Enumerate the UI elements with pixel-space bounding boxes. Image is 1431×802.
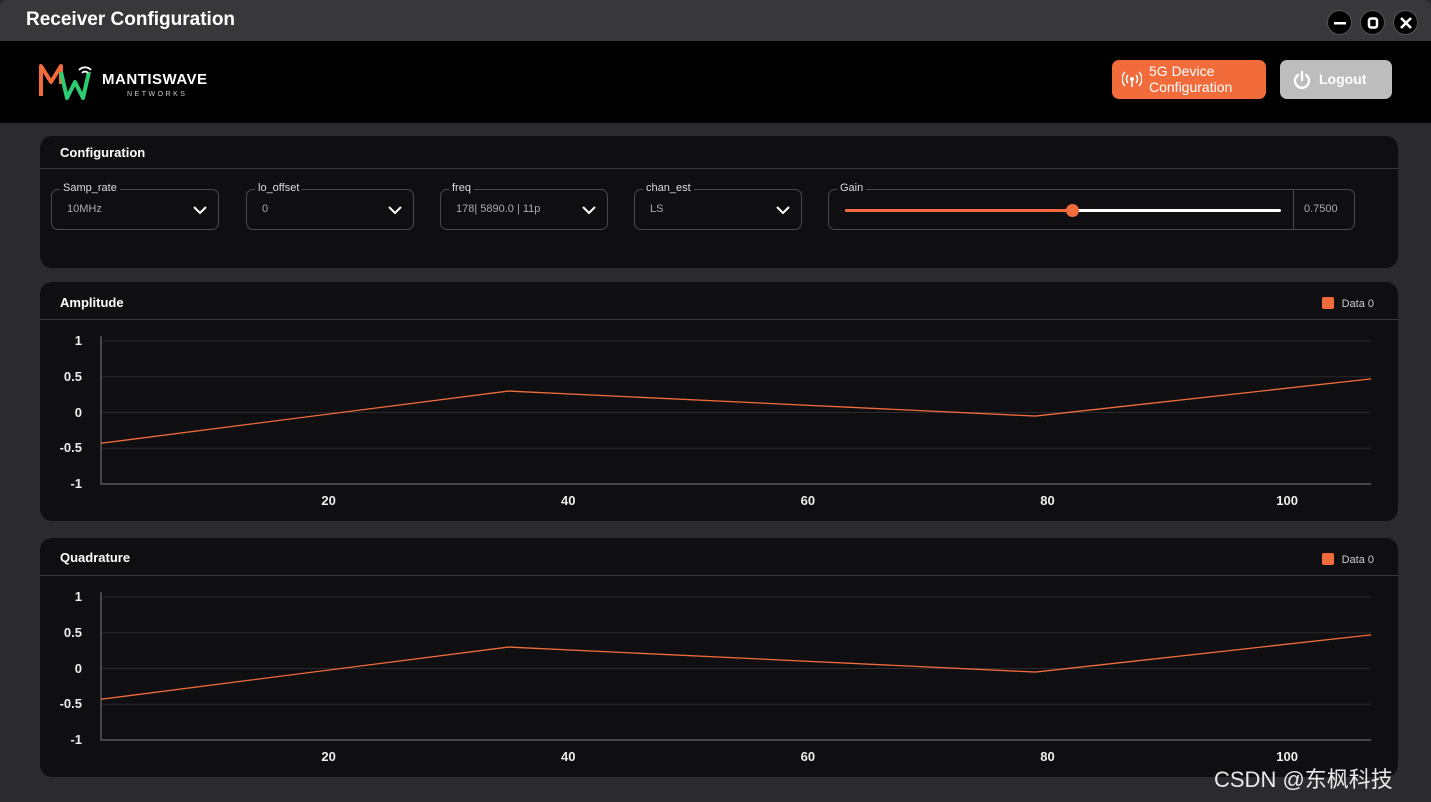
chevron-down-icon (388, 206, 402, 215)
y-tick-label: 0.5 (63, 624, 82, 640)
gain-control: Gain 0.7500 (828, 182, 1355, 230)
freq-label: freq (449, 182, 474, 194)
y-tick-label: 0.5 (63, 368, 82, 384)
configuration-header: Configuration (40, 136, 1398, 169)
lo-offset-select[interactable]: lo_offset 0 (246, 182, 414, 230)
logo: MANTISWAVE NETWORKS (39, 62, 239, 104)
minimize-button[interactable] (1327, 10, 1352, 35)
logout-button[interactable]: Logout (1280, 60, 1392, 99)
power-icon (1293, 70, 1311, 89)
gain-slider-thumb[interactable] (1065, 204, 1079, 217)
lo-offset-value: 0 (262, 203, 269, 215)
series-line (100, 378, 1372, 444)
x-tick-label: 20 (321, 749, 336, 764)
y-tick-label: -1 (70, 476, 82, 491)
5g-device-configuration-label: 5G Device Configuration (1149, 63, 1233, 95)
gain-value-input[interactable]: 0.7500 (1304, 203, 1338, 215)
minimize-icon (1334, 22, 1346, 25)
x-tick-label: 60 (800, 749, 816, 764)
series-line (100, 634, 1372, 700)
y-tick-label: 1 (74, 333, 82, 348)
chart-plot (100, 592, 1372, 741)
window-titlebar: Receiver Configuration (0, 0, 1431, 41)
mantiswave-logo-icon (39, 64, 92, 100)
lo-offset-label: lo_offset (255, 182, 303, 194)
gain-slider-track[interactable] (845, 204, 1281, 217)
x-tick-label: 40 (561, 493, 576, 508)
y-tick-label: -0.5 (59, 696, 82, 712)
logo-text: MANTISWAVE (102, 71, 208, 88)
x-tick-label: 20 (321, 493, 336, 508)
y-tick-label: 0 (74, 404, 82, 420)
axis-lines (100, 592, 1371, 741)
close-icon (1400, 17, 1412, 29)
x-tick-label: 40 (561, 749, 576, 764)
x-tick-label: 60 (800, 493, 816, 508)
chevron-down-icon (193, 206, 207, 215)
gain-divider (1293, 190, 1294, 229)
chan-est-label: chan_est (643, 182, 694, 194)
window-title: Receiver Configuration (26, 9, 236, 30)
chan-est-select[interactable]: chan_est LS (634, 182, 802, 230)
y-tick-label: -0.5 (59, 440, 82, 456)
maximize-button[interactable] (1360, 10, 1385, 35)
5g-device-configuration-button[interactable]: 5G Device Configuration (1112, 60, 1266, 99)
chart-plot (100, 336, 1372, 485)
watermark: CSDN @东枫科技 (1214, 767, 1393, 792)
chevron-down-icon (582, 206, 596, 215)
samp-rate-value: 10MHz (67, 203, 102, 215)
x-tick-label: 100 (1276, 493, 1298, 508)
freq-value: 178| 5890.0 | 11p (456, 203, 541, 215)
x-tick-label: 80 (1040, 493, 1055, 508)
y-tick-label: 0 (74, 660, 82, 676)
y-tick-label: 1 (74, 589, 82, 604)
samp-rate-select[interactable]: Samp_rate 10MHz (51, 182, 219, 230)
maximize-icon (1367, 17, 1379, 29)
close-button[interactable] (1393, 10, 1418, 35)
antenna-icon (1122, 71, 1142, 87)
amplitude-panel: Amplitude Data 0 1 0.5 0 -0.5 -1 20 40 60 80 100 (40, 282, 1398, 521)
axis-lines (100, 336, 1371, 485)
freq-select[interactable]: freq 178| 5890.0 | 11p (440, 182, 608, 230)
gain-slider-fill (845, 209, 1072, 212)
configuration-title: Configuration (60, 145, 146, 160)
configuration-panel: Configuration Samp_rate 10MHz lo_offset … (40, 136, 1398, 268)
chevron-down-icon (776, 206, 790, 215)
x-tick-label: 80 (1040, 749, 1055, 764)
y-tick-label: -1 (70, 732, 82, 747)
gain-label: Gain (837, 182, 867, 194)
logo-subtext: NETWORKS (127, 91, 188, 98)
logout-label: Logout (1319, 71, 1367, 87)
quadrature-panel: Quadrature Data 0 1 0.5 0 -0.5 -1 20 40 60 80 100 (40, 538, 1398, 777)
chan-est-value: LS (650, 203, 664, 215)
samp-rate-label: Samp_rate (60, 182, 120, 194)
